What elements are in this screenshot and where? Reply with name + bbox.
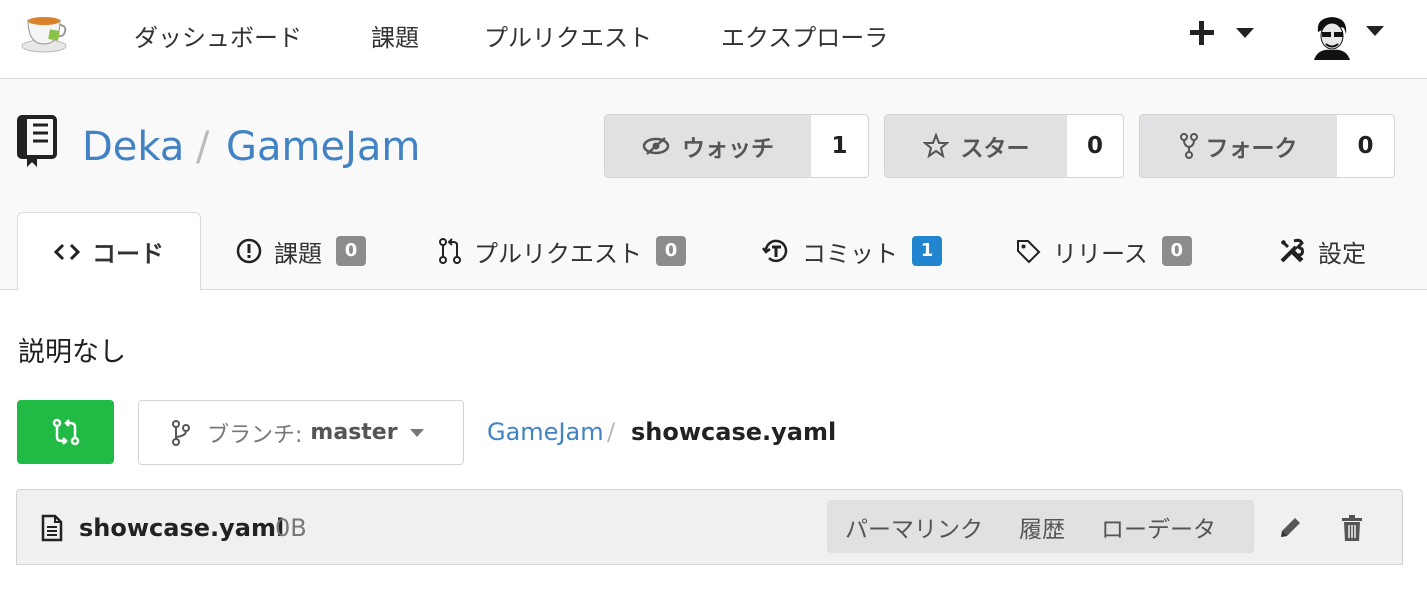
tab-commits[interactable]: コミット 1 <box>762 212 942 290</box>
nav-explore[interactable]: エクスプローラ <box>721 18 888 53</box>
nav-pull-requests[interactable]: プルリクエスト <box>484 18 652 53</box>
branch-icon <box>172 419 190 446</box>
fork-icon <box>1179 133 1198 159</box>
file-text-icon <box>41 514 63 542</box>
tab-issues-label: 課題 <box>274 239 322 268</box>
compare-button[interactable] <box>17 400 114 464</box>
issue-icon <box>236 238 262 264</box>
tab-releases[interactable]: リリース 0 <box>1015 212 1192 290</box>
star-icon <box>922 133 949 159</box>
file-header: showcase.yaml 0B パーマリンク 履歴 ローデータ <box>16 489 1403 565</box>
chevron-down-icon <box>1236 28 1254 38</box>
trash-icon[interactable] <box>1340 514 1364 542</box>
tab-settings-label: 設定 <box>1318 239 1366 268</box>
tab-commits-label: コミット <box>802 239 898 268</box>
history-button[interactable]: 履歴 <box>1019 510 1065 544</box>
repo-name-link[interactable]: GameJam <box>226 124 420 170</box>
tab-code-label: コード <box>92 240 164 268</box>
user-menu[interactable] <box>1310 14 1390 60</box>
repo-owner-link[interactable]: Deka <box>82 124 184 170</box>
star-count[interactable]: 0 <box>1067 115 1123 177</box>
breadcrumb-current-file: showcase.yaml <box>631 418 837 446</box>
watch-label: ウォッチ <box>682 136 774 162</box>
file-size: 0B <box>275 514 307 542</box>
fork-label: フォーク <box>1205 136 1298 162</box>
file-actions-group: パーマリンク 履歴 ローデータ <box>827 500 1254 553</box>
compare-arrows-icon <box>52 418 79 446</box>
fork-button[interactable]: フォーク 0 <box>1139 114 1395 178</box>
pull-request-icon <box>439 238 461 264</box>
nav-issues[interactable]: 課題 <box>371 18 419 53</box>
raw-button[interactable]: ローデータ <box>1101 510 1216 544</box>
commits-count-badge: 1 <box>912 236 942 266</box>
star-label: スター <box>960 136 1030 162</box>
chevron-down-icon <box>409 428 424 437</box>
nav-dashboard[interactable]: ダッシュボード <box>134 18 302 53</box>
plus-icon <box>1190 21 1214 45</box>
create-dropdown[interactable] <box>1186 16 1258 50</box>
file-name: showcase.yaml <box>79 514 285 542</box>
tab-issues[interactable]: 課題 0 <box>236 212 366 290</box>
breadcrumb-root-link[interactable]: GameJam <box>487 418 604 446</box>
tab-pull-requests[interactable]: プルリクエスト 0 <box>438 212 686 290</box>
pencil-icon[interactable] <box>1277 515 1303 541</box>
user-avatar <box>1310 14 1354 60</box>
code-icon <box>54 243 80 260</box>
eye-icon <box>642 137 670 155</box>
watch-count[interactable]: 1 <box>811 115 868 177</box>
repo-description: 説明なし <box>18 337 126 368</box>
repo-path-separator: / <box>196 124 210 170</box>
watch-button[interactable]: ウォッチ 1 <box>604 114 869 178</box>
top-navbar: ダッシュボード 課題 プルリクエスト エクスプローラ <box>0 0 1427 79</box>
repo-header <box>0 79 1427 290</box>
tab-settings[interactable]: 設定 <box>1278 212 1366 290</box>
pull-requests-count-badge: 0 <box>656 236 686 266</box>
breadcrumb-separator: / <box>607 418 616 446</box>
star-button[interactable]: スター 0 <box>884 114 1124 178</box>
chevron-down-icon <box>1366 26 1384 36</box>
fork-count[interactable]: 0 <box>1337 115 1394 177</box>
tab-releases-label: リリース <box>1053 239 1148 268</box>
releases-count-badge: 0 <box>1161 236 1192 266</box>
tab-code[interactable]: コード <box>17 212 201 291</box>
permalink-button[interactable]: パーマリンク <box>845 510 983 544</box>
issues-count-badge: 0 <box>336 236 366 266</box>
branch-value: master <box>310 420 398 445</box>
repo-book-icon <box>17 115 57 167</box>
teacup-logo-icon[interactable] <box>20 12 70 54</box>
history-icon <box>762 239 788 263</box>
branch-label: ブランチ: <box>207 422 303 448</box>
tab-pull-requests-label: プルリクエスト <box>474 239 642 268</box>
tools-icon <box>1280 238 1304 263</box>
branch-dropdown[interactable]: ブランチ: master <box>138 400 464 465</box>
tag-icon <box>1017 240 1041 264</box>
